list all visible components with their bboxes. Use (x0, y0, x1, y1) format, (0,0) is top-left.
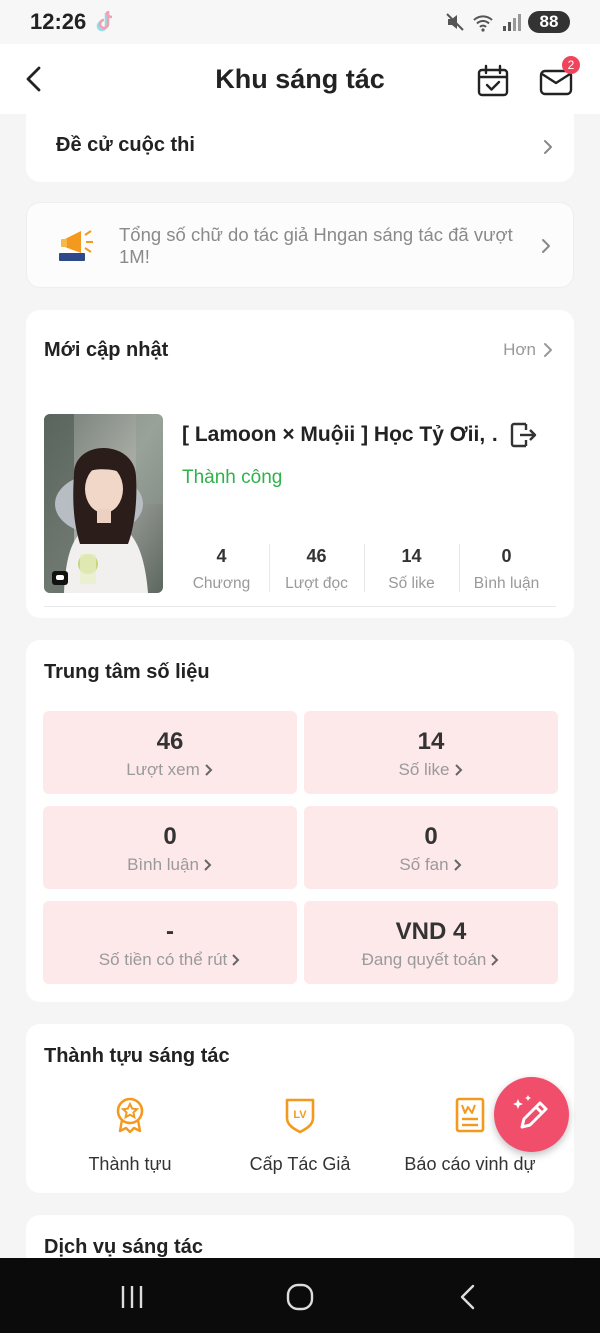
stat-comments: 0 Bình luận (459, 542, 554, 596)
battery-indicator: 88 (528, 11, 570, 33)
stat-label: Lượt đọc (285, 575, 348, 592)
status-icons: 88 (444, 10, 570, 34)
comment-badge-icon (52, 571, 68, 585)
chevron-right-icon (204, 859, 212, 871)
stat-label: Số like (388, 575, 435, 592)
chevron-right-icon (491, 954, 499, 966)
stat-reads: 46 Lượt đọc (269, 542, 364, 596)
svg-text:LV: LV (293, 1109, 307, 1121)
stat-value: 0 (501, 546, 512, 566)
tile-label-row: Bình luận (127, 855, 213, 875)
tile-label: Đang quyết toán (361, 950, 487, 969)
section-title: Thành tựu sáng tác (44, 1045, 230, 1067)
tile-comments[interactable]: 0 Bình luận (43, 806, 297, 889)
medal-icon (116, 1097, 144, 1134)
tile-value: - (166, 918, 174, 945)
stat-label: Bình luận (473, 575, 540, 592)
home-icon[interactable] (285, 1282, 315, 1312)
nominate-contest-row[interactable]: Đề cử cuộc thi (26, 114, 574, 182)
story-status: Thành công (182, 467, 283, 488)
tile-label-row: Đang quyết toán (362, 950, 501, 970)
tile-label: Số like (398, 760, 450, 779)
megaphone-icon (59, 230, 93, 261)
achievement-label: Báo cáo vinh dự (404, 1154, 536, 1174)
tile-label-row: Lượt xem (126, 760, 214, 780)
write-fab-button[interactable] (494, 1077, 569, 1152)
recent-updates-card: Mới cập nhật Hơn [Lamoon × Muộii] Học … (26, 310, 574, 618)
tile-fans[interactable]: 0 Số fan (304, 806, 558, 889)
chevron-right-icon (544, 140, 552, 154)
stat-value: 46 (306, 546, 327, 566)
status-time: 12:26 (30, 9, 87, 34)
chevron-right-icon (544, 343, 552, 357)
level-shield-icon: LV (285, 1098, 315, 1134)
notice-text: Tổng số chữ do tác giả Hngan sáng tác đã… (119, 224, 513, 267)
chevron-right-icon (205, 764, 213, 776)
achievement-item[interactable]: Thành tựu (45, 1096, 215, 1175)
tile-label-row: Số like (398, 760, 463, 780)
milestone-notice[interactable]: Tổng số chữ do tác giả Hngan sáng tác đã… (26, 202, 574, 288)
achievement-label: Cấp Tác Giả (249, 1154, 351, 1174)
story-title[interactable]: [ Lamoon × Muộii ] Học Tỷ Ơii, (182, 423, 498, 447)
signal-icon (503, 14, 521, 31)
tile-settling[interactable]: VND 4 Đang quyết toán (304, 901, 558, 984)
achievements-card: Thành tựu sáng tác Thành tựu LV Cấp Tác … (26, 1024, 574, 1193)
exit-icon[interactable] (508, 420, 538, 450)
divider (44, 606, 556, 607)
battery-level: 88 (539, 12, 559, 31)
calendar-check-icon[interactable] (476, 64, 510, 98)
tile-label-row: Số fan (399, 855, 462, 875)
cover-photo (44, 414, 163, 593)
mute-icon (446, 13, 464, 31)
tile-value: 14 (417, 728, 445, 755)
story-stats: 4 Chương 46 Lượt đọc 14 Số like 0 Bình l… (174, 542, 554, 596)
tile-label: Số tiền có thể rút (98, 950, 228, 969)
tile-value: VND 4 (395, 918, 467, 945)
chevron-right-icon (453, 859, 461, 871)
data-tiles: 46 Lượt xem 14 Số like 0 Bình luận 0 Số … (43, 711, 558, 984)
magic-pencil-icon (513, 1095, 548, 1129)
story-cover-image[interactable] (44, 414, 163, 593)
tile-withdrawable[interactable]: - Số tiền có thể rút (43, 901, 297, 984)
status-bar: 12:26 88 (0, 0, 600, 44)
tile-label: Bình luận (127, 855, 199, 874)
tile-views[interactable]: 46 Lượt xem (43, 711, 297, 794)
wifi-icon (473, 15, 493, 32)
stat-chapters: 4 Chương (174, 542, 269, 596)
data-center-card: Trung tâm số liệu 46 Lượt xem 14 Số like… (26, 640, 574, 1002)
chevron-right-icon (454, 764, 462, 776)
app-header: Khu sáng tác (0, 44, 600, 114)
achievement-item[interactable]: LV Cấp Tác Giả (215, 1096, 385, 1175)
tile-label: Lượt xem (126, 760, 200, 779)
tiktok-icon (96, 11, 113, 32)
stat-value: 4 (216, 546, 227, 566)
chevron-right-icon (232, 954, 240, 966)
tile-label: Số fan (399, 855, 449, 874)
honor-report-icon (455, 1097, 485, 1133)
back-nav-icon[interactable] (453, 1282, 483, 1312)
page-title: Khu sáng tác (215, 64, 385, 94)
more-link[interactable]: Hơn (503, 340, 554, 360)
achievement-label: Thành tựu (88, 1154, 172, 1174)
stat-label: Chương (192, 575, 251, 592)
section-title: Dịch vụ sáng tác (44, 1236, 203, 1258)
tile-value: 0 (163, 823, 177, 850)
stat-value: 14 (401, 546, 422, 566)
section-title: Mới cập nhật (44, 339, 169, 361)
tile-likes[interactable]: 14 Số like (304, 711, 558, 794)
chevron-right-icon (542, 239, 550, 253)
mail-badge: 2 (562, 56, 580, 74)
system-nav-bar (0, 1258, 600, 1333)
tile-value: 46 (156, 728, 184, 755)
stat-likes: 14 Số like (364, 542, 459, 596)
nominate-contest-label: Đề cử cuộc thi (56, 134, 195, 156)
more-label: Hơn (503, 340, 536, 359)
recent-apps-icon[interactable] (117, 1282, 147, 1312)
tile-value: 0 (424, 823, 438, 850)
tile-label-row: Số tiền có thể rút (99, 950, 242, 970)
section-title: Trung tâm số liệu (44, 661, 210, 683)
